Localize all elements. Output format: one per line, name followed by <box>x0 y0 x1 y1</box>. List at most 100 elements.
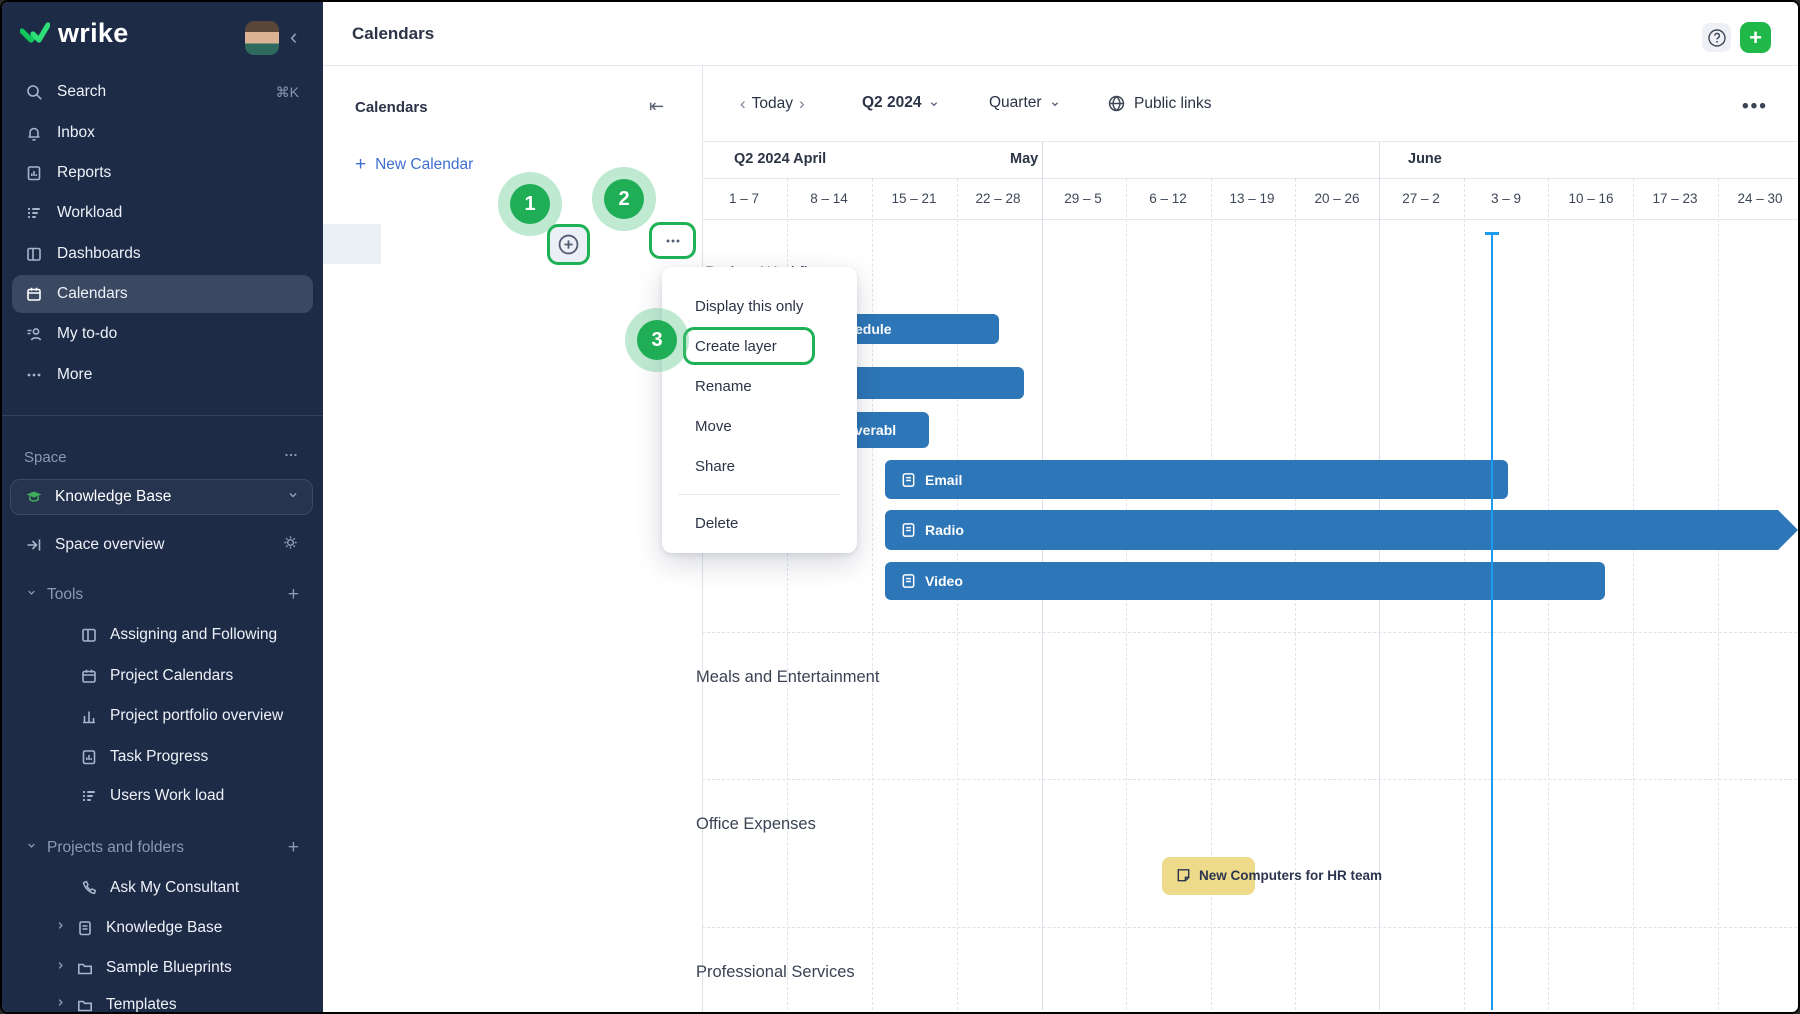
logo-text: wrike <box>58 18 129 49</box>
section-label-meals: Meals and Entertainment <box>696 668 879 687</box>
chevron-down-icon <box>1049 97 1061 109</box>
task-icon <box>900 573 917 590</box>
sidebar-item-label: Calendars <box>57 285 128 303</box>
sidebar-item-assigning-following[interactable]: Assigning and Following <box>12 616 381 654</box>
week-label: 24 – 30 <box>1718 191 1800 206</box>
add-tool-icon[interactable]: + <box>288 584 299 606</box>
section-divider <box>702 927 1800 928</box>
sidebar-item-users-workload[interactable]: Users Work load <box>12 777 381 815</box>
dashboards-icon <box>25 245 43 263</box>
zoom-select[interactable]: Quarter <box>989 94 1061 112</box>
week-label: 27 – 2 <box>1379 191 1463 206</box>
prev-icon[interactable]: ‹ <box>734 94 752 114</box>
month-label-april: Q2 2024 April <box>734 151 826 167</box>
note-label: New Computers for HR team <box>1199 868 1382 883</box>
next-icon[interactable]: › <box>793 94 811 114</box>
menu-item-rename[interactable]: Rename <box>662 366 857 406</box>
sidebar-item-task-progress[interactable]: Task Progress <box>12 738 381 776</box>
my-todo-icon <box>25 325 43 343</box>
avatar[interactable] <box>245 21 279 55</box>
chevron-right-icon[interactable] <box>54 996 68 1014</box>
month-label-june: June <box>1408 151 1442 167</box>
bell-icon <box>25 124 43 142</box>
weeks-header: 1 – 7 8 – 14 15 – 21 22 – 28 29 – 5 6 – … <box>702 179 1800 220</box>
public-links-button[interactable]: Public links <box>1107 94 1212 113</box>
sidebar-divider <box>2 415 323 416</box>
sidebar-item-dashboards[interactable]: Dashboards <box>12 235 313 273</box>
period-select[interactable]: Q2 2024 <box>862 94 940 112</box>
menu-item-share[interactable]: Share <box>662 446 857 486</box>
projects-folders-header[interactable]: Projects and folders + <box>12 829 313 867</box>
grid-line <box>1718 179 1719 1010</box>
sidebar-item-templates[interactable]: Templates <box>12 986 355 1014</box>
week-label: 20 – 26 <box>1295 191 1379 206</box>
sidebar-item-search[interactable]: Search ⌘K <box>12 73 313 111</box>
report-icon <box>25 164 43 182</box>
week-label: 17 – 23 <box>1633 191 1717 206</box>
board-icon <box>80 626 98 644</box>
section-divider <box>702 779 1800 780</box>
menu-item-display-this-only[interactable]: Display this only <box>662 286 857 326</box>
sidebar-item-my-todo[interactable]: My to-do <box>12 315 313 353</box>
chevron-right-icon[interactable] <box>54 919 68 937</box>
gantt-bar-email[interactable]: Email <box>885 460 1508 499</box>
gantt-bar-video[interactable]: Video <box>885 562 1605 600</box>
folder-icon <box>76 996 94 1014</box>
sidebar-item-project-calendars[interactable]: Project Calendars <box>12 657 381 695</box>
phone-icon <box>80 879 98 897</box>
task-progress-icon <box>80 748 98 766</box>
today-nav: ‹ Today › <box>734 94 811 114</box>
sidebar-item-workload[interactable]: Workload <box>12 194 313 232</box>
timeline-more-button[interactable]: ••• <box>1742 96 1768 118</box>
menu-item-delete[interactable]: Delete <box>662 503 857 543</box>
sidebar-item-space-overview[interactable]: Space overview <box>12 526 313 564</box>
add-layer-button-highlight <box>547 224 590 265</box>
sidebar-item-inbox[interactable]: Inbox <box>12 114 313 152</box>
search-shortcut: ⌘K <box>276 84 299 101</box>
sidebar-collapse-icon[interactable]: ‹ <box>290 24 297 50</box>
sidebar-item-calendars[interactable]: Calendars <box>12 275 313 313</box>
sidebar-item-knowledge-base-folder[interactable]: Knowledge Base <box>12 909 355 947</box>
sidebar-item-label: Dashboards <box>57 245 141 263</box>
chevron-right-icon[interactable] <box>54 959 68 977</box>
menu-item-move[interactable]: Move <box>662 406 857 446</box>
document-icon <box>76 919 94 937</box>
section-divider <box>702 632 1800 633</box>
ellipsis-icon[interactable] <box>652 225 693 256</box>
panel-collapse-icon[interactable]: ⇤ <box>649 96 664 117</box>
week-label: 13 – 19 <box>1210 191 1294 206</box>
tools-header[interactable]: Tools + <box>12 576 313 614</box>
timeline-toolbar: ‹ Today › Q2 2024 Quarter Public links •… <box>702 66 1800 142</box>
menu-divider <box>678 494 841 495</box>
add-project-icon[interactable]: + <box>288 837 299 859</box>
sidebar-item-more[interactable]: More <box>12 356 313 394</box>
sidebar-item-label: Inbox <box>57 124 95 142</box>
plus-icon: + <box>355 154 366 176</box>
create-button[interactable]: + <box>1740 22 1771 53</box>
new-calendar-button[interactable]: + New Calendar <box>355 154 473 176</box>
week-label: 22 – 28 <box>956 191 1040 206</box>
knowledge-base-icon <box>25 488 43 506</box>
help-button[interactable] <box>1702 23 1731 52</box>
calendar-icon <box>80 667 98 685</box>
row-more-button-highlight <box>649 222 696 259</box>
week-label: 15 – 21 <box>872 191 956 206</box>
gantt-bar-radio[interactable]: Radio <box>885 510 1798 550</box>
space-more-icon[interactable] <box>283 447 299 467</box>
sidebar-item-project-portfolio[interactable]: Project portfolio overview <box>12 697 381 735</box>
wrike-logo[interactable]: wrike <box>20 18 129 49</box>
sidebar-item-reports[interactable]: Reports <box>12 154 313 192</box>
grid-line <box>1633 179 1634 1010</box>
gear-icon[interactable] <box>282 534 299 556</box>
space-selector[interactable]: Knowledge Base <box>10 479 313 515</box>
today-button[interactable]: Today <box>752 95 793 113</box>
week-label: 10 – 16 <box>1549 191 1633 206</box>
question-icon <box>1706 27 1728 49</box>
space-overview-icon <box>25 536 43 554</box>
circled-plus-icon[interactable] <box>550 227 587 262</box>
week-label: 1 – 7 <box>702 191 786 206</box>
chevron-down-icon <box>928 97 940 109</box>
sidebar-item-sample-blueprints[interactable]: Sample Blueprints <box>12 949 355 987</box>
folder-icon <box>76 959 94 977</box>
sidebar-item-ask-my-consultant[interactable]: Ask My Consultant <box>12 869 381 907</box>
